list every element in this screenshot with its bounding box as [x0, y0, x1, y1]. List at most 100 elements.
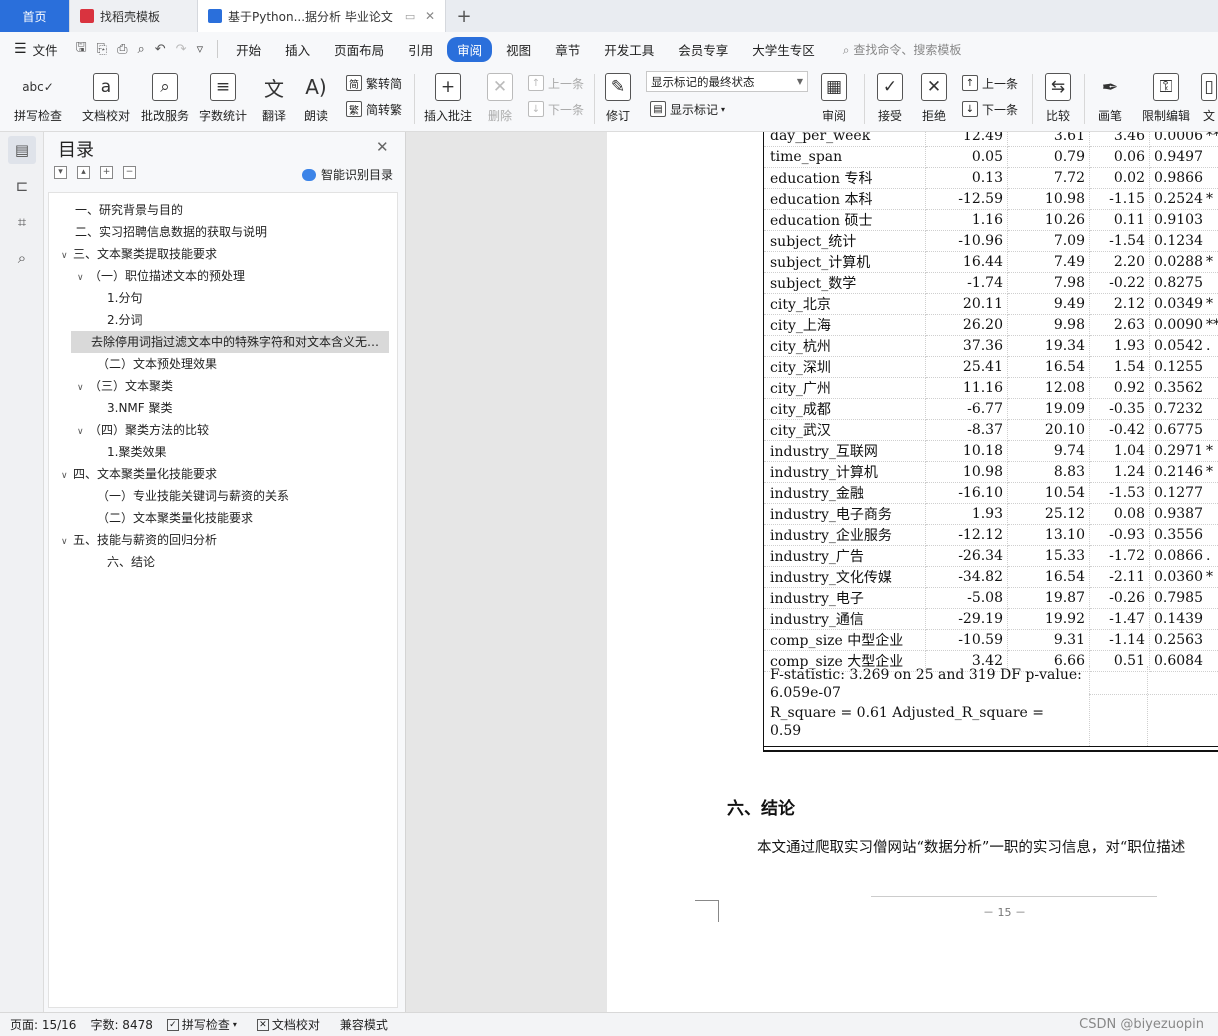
read-aloud-button[interactable]: A) 朗读 [300, 70, 332, 128]
insert-comment-icon: + [435, 73, 461, 101]
search-icon: ⌕ [842, 42, 850, 57]
prev-comment-button[interactable]: ↑ 上一条 [528, 72, 584, 94]
toc-item[interactable]: 一、研究背景与目的 [49, 199, 397, 221]
expand-all-icon[interactable]: ▾ [54, 166, 67, 179]
tab-pin-icon[interactable]: ▭ [405, 10, 415, 23]
toc-item[interactable]: （二）文本聚类量化技能要求 [49, 507, 397, 529]
toc-item[interactable]: ∨ 五、技能与薪资的回归分析 [49, 529, 397, 551]
reject-button[interactable]: ✕ 拒绝 [916, 70, 952, 128]
file-menu[interactable]: ☰ 文件 [0, 40, 68, 59]
spell-check-button[interactable]: abc✓ 拼写检查 [10, 70, 66, 128]
menu-layout[interactable]: 页面布局 [324, 37, 394, 62]
toc-item[interactable]: 1.分句 [49, 287, 397, 309]
toc-item[interactable]: ∨ （四）聚类方法的比较 [49, 419, 397, 441]
menu-section[interactable]: 章节 [545, 37, 590, 62]
chevron-down-icon[interactable]: ∨ [77, 421, 89, 441]
pen-button[interactable]: ✒ 画笔 [1094, 70, 1126, 128]
menu-references[interactable]: 引用 [398, 37, 443, 62]
toc-item[interactable]: ∨ （三）文本聚类 [49, 375, 397, 397]
tab-document-label: 基于Python...据分析 毕业论文 [228, 9, 393, 24]
show-markup-button[interactable]: ▤ 显示标记 ▾ [650, 98, 725, 120]
save-icon[interactable]: 🖫 [76, 38, 87, 60]
add-heading-icon[interactable]: + [100, 166, 113, 179]
print-preview-icon[interactable]: ⌕ [137, 42, 144, 57]
chevron-down-icon[interactable]: ∨ [77, 377, 89, 397]
menu-member[interactable]: 会员专享 [668, 37, 738, 62]
toc-item-label: 去除停用词指过滤文本中的特殊字符和对文本含义无… [91, 335, 380, 349]
restrict-edit-button[interactable]: ⚿ 限制编辑 [1140, 70, 1192, 128]
proofread-button[interactable]: a 文档校对 [80, 70, 132, 128]
track-changes-button[interactable]: ✎ 修订 [600, 70, 636, 128]
chapter-icon[interactable]: ⊏ [8, 172, 36, 200]
batch-correct-button[interactable]: ⌕ 批改服务 [140, 70, 190, 128]
menu-developer[interactable]: 开发工具 [594, 37, 664, 62]
toc-item[interactable]: 3.NMF 聚类 [49, 397, 397, 419]
trad-to-simp-button[interactable]: 简 繁转简 [346, 72, 402, 94]
chevron-down-icon[interactable]: ∨ [61, 245, 73, 265]
toc-icon[interactable]: ▤ [8, 136, 36, 164]
document-page[interactable]: day_per_week12.493.613.460.0006**time_sp… [607, 132, 1218, 1012]
close-tab-icon[interactable]: ✕ [417, 9, 435, 23]
significance-mark: * [1206, 569, 1213, 586]
close-icon[interactable]: ✕ [376, 138, 389, 156]
toc-item[interactable]: （一）专业技能关键词与薪资的关系 [49, 485, 397, 507]
review-pane-button[interactable]: ▦ 审阅 [816, 70, 852, 128]
prev-change-button[interactable]: ↑ 上一条 [962, 72, 1018, 94]
command-search[interactable]: ⌕ 查找命令、搜索模板 [843, 41, 962, 58]
next-change-button[interactable]: ↓ 下一条 [962, 98, 1018, 120]
show-markup-label: 显示标记 [670, 102, 719, 117]
page-indicator[interactable]: 页面: 15/16 [0, 1016, 86, 1033]
customize-icon[interactable]: ▿ [197, 42, 204, 57]
word-count-indicator[interactable]: 字数: 8478 [86, 1016, 156, 1033]
redo-icon[interactable]: ↷ [176, 42, 187, 57]
toc-title: 目录 [58, 140, 94, 161]
toc-item[interactable]: ∨ （一）职位描述文本的预处理 [49, 265, 397, 287]
menu-student[interactable]: 大学生专区 [742, 37, 825, 62]
search-icon[interactable]: ⌕ [8, 244, 36, 272]
word-count-button[interactable]: ≡ 字数统计 [198, 70, 248, 128]
menu-view[interactable]: 视图 [496, 37, 541, 62]
markup-state-select[interactable]: 显示标记的最终状态 ▼ [646, 71, 808, 92]
remove-heading-icon[interactable]: − [123, 166, 136, 179]
toc-item[interactable]: ∨ 四、文本聚类量化技能要求 [49, 463, 397, 485]
value-cell: 25.41 [925, 356, 1008, 379]
toc-item[interactable]: ∨ 三、文本聚类提取技能要求 [49, 243, 397, 265]
export-icon[interactable]: ⎘ [97, 42, 107, 57]
toc-item[interactable]: 六、结论 [49, 551, 397, 573]
menu-home[interactable]: 开始 [226, 37, 271, 62]
tab-home[interactable]: 首页 [0, 0, 70, 32]
toc-item[interactable]: 1.聚类效果 [49, 441, 397, 463]
chevron-down-icon[interactable]: ∨ [61, 531, 73, 551]
accept-button[interactable]: ✓ 接受 [872, 70, 908, 128]
toc-item[interactable]: 二、实习招聘信息数据的获取与说明 [49, 221, 397, 243]
value-cell: 0.13 [925, 167, 1008, 190]
toc-item-selected[interactable]: 去除停用词指过滤文本中的特殊字符和对文本含义无… [71, 331, 389, 353]
chevron-down-icon[interactable]: ∨ [77, 267, 89, 287]
bookmark-icon[interactable]: ⌗ [8, 208, 36, 236]
doc-permission-button[interactable]: ▯ 文 [1200, 70, 1218, 128]
new-tab-button[interactable]: + [446, 0, 482, 32]
insert-comment-label: 插入批注 [423, 109, 472, 123]
toc-item[interactable]: 2.分词 [49, 309, 397, 331]
chevron-down-icon[interactable]: ∨ [61, 465, 73, 485]
toc-item[interactable]: （二）文本预处理效果 [49, 353, 397, 375]
menu-insert[interactable]: 插入 [275, 37, 320, 62]
collapse-all-icon[interactable]: ▴ [77, 166, 90, 179]
simp-to-trad-button[interactable]: 繁 简转繁 [346, 98, 402, 120]
insert-comment-button[interactable]: + 插入批注 [422, 70, 474, 128]
delete-comment-button[interactable]: ✕ 删除 [482, 70, 518, 128]
spell-check-status[interactable]: ✓ 拼写检查 ▾ [157, 1016, 247, 1033]
menu-review[interactable]: 审阅 [447, 36, 493, 62]
p-value: 0.7232 [1154, 401, 1203, 418]
print-icon[interactable]: ⎙ [117, 42, 127, 57]
p-value-cell: 0.9497 [1149, 146, 1218, 169]
smart-toc-button[interactable]: 智能识别目录 [302, 166, 393, 183]
undo-icon[interactable]: ↶ [155, 42, 166, 57]
proofread-status[interactable]: ✕ 文档校对 [247, 1016, 330, 1033]
translate-button[interactable]: 文 翻译 [256, 70, 292, 128]
tab-document[interactable]: 基于Python...据分析 毕业论文 ▭ ✕ [198, 0, 446, 32]
variable-cell: day_per_week [763, 132, 926, 148]
compare-button[interactable]: ⇆ 比较 [1040, 70, 1076, 128]
next-comment-button[interactable]: ↓ 下一条 [528, 98, 584, 120]
tab-template[interactable]: 找稻壳模板 [70, 0, 198, 32]
